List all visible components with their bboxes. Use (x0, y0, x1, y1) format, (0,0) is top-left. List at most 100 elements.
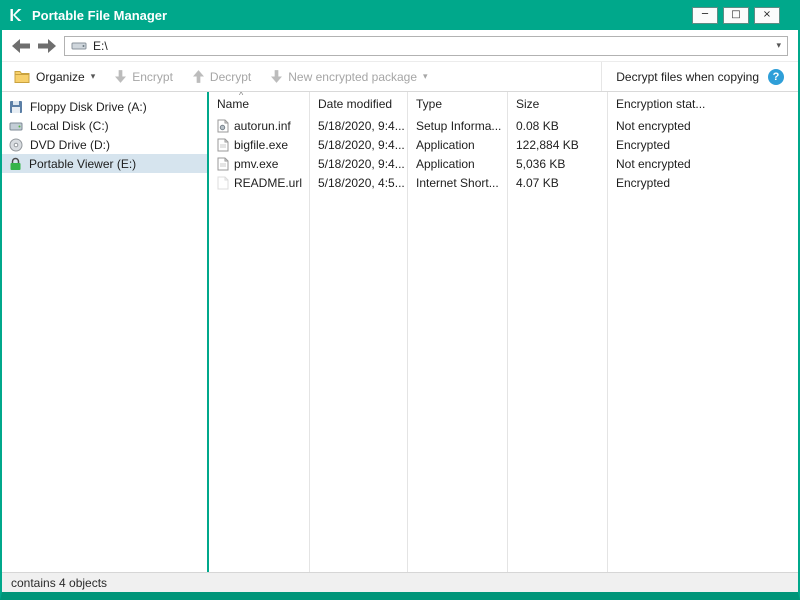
new-encrypted-package-button[interactable]: New encrypted package ▾ (271, 69, 428, 84)
file-type: Application (416, 137, 475, 152)
column-header-date-modified[interactable]: Date modified (310, 92, 407, 116)
file-date: 5/18/2020, 4:5... (318, 175, 405, 190)
file-encryption-status: Not encrypted (616, 118, 691, 133)
hard-disk-icon (9, 119, 23, 133)
column-header-label: Encryption stat... (616, 97, 706, 111)
help-icon[interactable]: ? (768, 68, 784, 85)
column-date-modified: Date modified 5/18/2020, 9:4... 5/18/202… (309, 92, 407, 572)
folder-icon (14, 70, 30, 83)
encrypt-arrow-down-icon (115, 70, 127, 83)
sidebar-item-label: DVD Drive (D:) (30, 137, 110, 152)
title-bar: Portable File Manager ─ □ × (2, 0, 798, 30)
minimize-button[interactable]: ─ (692, 6, 718, 24)
dvd-disc-icon (9, 138, 23, 152)
file-type: Application (416, 156, 475, 171)
file-encryption-status: Not encrypted (616, 156, 691, 171)
setup-file-icon (217, 119, 229, 133)
file-encryption-cell[interactable]: Encrypted (608, 135, 798, 154)
file-name-cell[interactable]: README.url (209, 173, 309, 192)
file-type: Setup Informa... (416, 118, 502, 133)
file-size: 0.08 KB (516, 118, 559, 133)
status-text: contains 4 objects (11, 575, 108, 590)
lock-icon (9, 157, 22, 171)
window-controls: ─ □ × (692, 6, 792, 24)
organize-chevron-down-icon: ▾ (90, 71, 96, 82)
file-list: ^ Name autorun.inf bigfile.exe pmv.exe R… (209, 92, 798, 572)
column-header-type[interactable]: Type (408, 92, 507, 116)
window-title: Portable File Manager (32, 7, 168, 23)
decrypt-label: Decrypt (209, 69, 252, 84)
sidebar-item-floppy-drive-a[interactable]: Floppy Disk Drive (A:) (2, 97, 207, 116)
file-type-cell[interactable]: Application (408, 154, 507, 173)
file-size-cell[interactable]: 0.08 KB (508, 116, 607, 135)
file-encryption-cell[interactable]: Not encrypted (608, 154, 798, 173)
organize-label: Organize (36, 69, 85, 84)
column-name: ^ Name autorun.inf bigfile.exe pmv.exe R… (209, 92, 309, 572)
status-bar: contains 4 objects (2, 572, 798, 592)
column-header-label: Name (217, 97, 250, 111)
file-type-cell[interactable]: Internet Short... (408, 173, 507, 192)
column-header-label: Date modified (318, 97, 393, 111)
column-header-size[interactable]: Size (508, 92, 607, 116)
back-button[interactable] (12, 38, 30, 53)
file-size: 4.07 KB (516, 175, 559, 190)
sidebar-item-dvd-drive-d[interactable]: DVD Drive (D:) (2, 135, 207, 154)
address-chevron-down-icon[interactable]: ▾ (776, 41, 781, 51)
file-size: 122,884 KB (516, 137, 579, 152)
maximize-button[interactable]: □ (723, 6, 749, 24)
toolbar: Organize ▾ Encrypt Decrypt New encrypted… (2, 62, 798, 92)
file-date: 5/18/2020, 9:4... (318, 156, 405, 171)
navigation-bar: E:\ ▾ (2, 30, 798, 62)
sidebar-item-portable-viewer-e[interactable]: Portable Viewer (E:) (2, 154, 207, 173)
file-encryption-cell[interactable]: Not encrypted (608, 116, 798, 135)
file-name-cell[interactable]: pmv.exe (209, 154, 309, 173)
portable-file-manager-window: Portable File Manager ─ □ × E:\ ▾ Organi… (0, 0, 800, 600)
content-area: Floppy Disk Drive (A:) Local Disk (C:) D… (2, 92, 798, 572)
sidebar-item-label: Portable Viewer (E:) (29, 156, 137, 171)
file-date-cell[interactable]: 5/18/2020, 9:4... (310, 116, 407, 135)
decrypt-arrow-up-icon (192, 70, 204, 83)
file-type-cell[interactable]: Setup Informa... (408, 116, 507, 135)
close-button[interactable]: × (754, 6, 780, 24)
decrypt-when-copying-label[interactable]: Decrypt files when copying (616, 70, 759, 84)
package-arrow-down-icon (271, 70, 283, 83)
sort-ascending-icon: ^ (239, 92, 244, 100)
column-type: Type Setup Informa... Application Applic… (407, 92, 507, 572)
file-size-cell[interactable]: 122,884 KB (508, 135, 607, 154)
toolbar-left-group: Organize ▾ Encrypt Decrypt New encrypted… (2, 62, 601, 91)
column-size: Size 0.08 KB 122,884 KB 5,036 KB 4.07 KB (507, 92, 607, 572)
file-type-cell[interactable]: Application (408, 135, 507, 154)
column-header-encryption-status[interactable]: Encryption stat... (608, 92, 798, 116)
sidebar-item-label: Floppy Disk Drive (A:) (30, 99, 147, 114)
file-date: 5/18/2020, 9:4... (318, 118, 405, 133)
url-file-icon (217, 176, 229, 190)
column-header-name[interactable]: ^ Name (209, 92, 309, 116)
encrypt-button[interactable]: Encrypt (115, 70, 173, 84)
column-header-label: Size (516, 97, 540, 111)
application-file-icon (217, 157, 229, 171)
sidebar-item-local-disk-c[interactable]: Local Disk (C:) (2, 116, 207, 135)
file-size-cell[interactable]: 5,036 KB (508, 154, 607, 173)
file-date: 5/18/2020, 9:4... (318, 137, 405, 152)
file-name: autorun.inf (234, 118, 291, 133)
file-name: pmv.exe (234, 156, 279, 171)
organize-button[interactable]: Organize ▾ (14, 70, 95, 84)
file-size-cell[interactable]: 4.07 KB (508, 173, 607, 192)
address-bar[interactable]: E:\ ▾ (64, 35, 788, 56)
sidebar-item-label: Local Disk (C:) (30, 118, 109, 133)
address-text: E:\ (93, 38, 108, 53)
package-chevron-down-icon: ▾ (423, 71, 428, 82)
toolbar-right-group: Decrypt files when copying ? (601, 62, 798, 91)
file-date-cell[interactable]: 5/18/2020, 9:4... (310, 154, 407, 173)
column-encryption-status: Encryption stat... Not encrypted Encrypt… (607, 92, 798, 572)
forward-button[interactable] (38, 38, 56, 53)
file-date-cell[interactable]: 5/18/2020, 4:5... (310, 173, 407, 192)
file-name-cell[interactable]: bigfile.exe (209, 135, 309, 154)
file-name-cell[interactable]: autorun.inf (209, 116, 309, 135)
application-file-icon (217, 138, 229, 152)
file-size: 5,036 KB (516, 156, 566, 171)
file-date-cell[interactable]: 5/18/2020, 9:4... (310, 135, 407, 154)
file-encryption-cell[interactable]: Encrypted (608, 173, 798, 192)
decrypt-button[interactable]: Decrypt (192, 69, 252, 84)
new-encrypted-package-label: New encrypted package (288, 69, 418, 84)
